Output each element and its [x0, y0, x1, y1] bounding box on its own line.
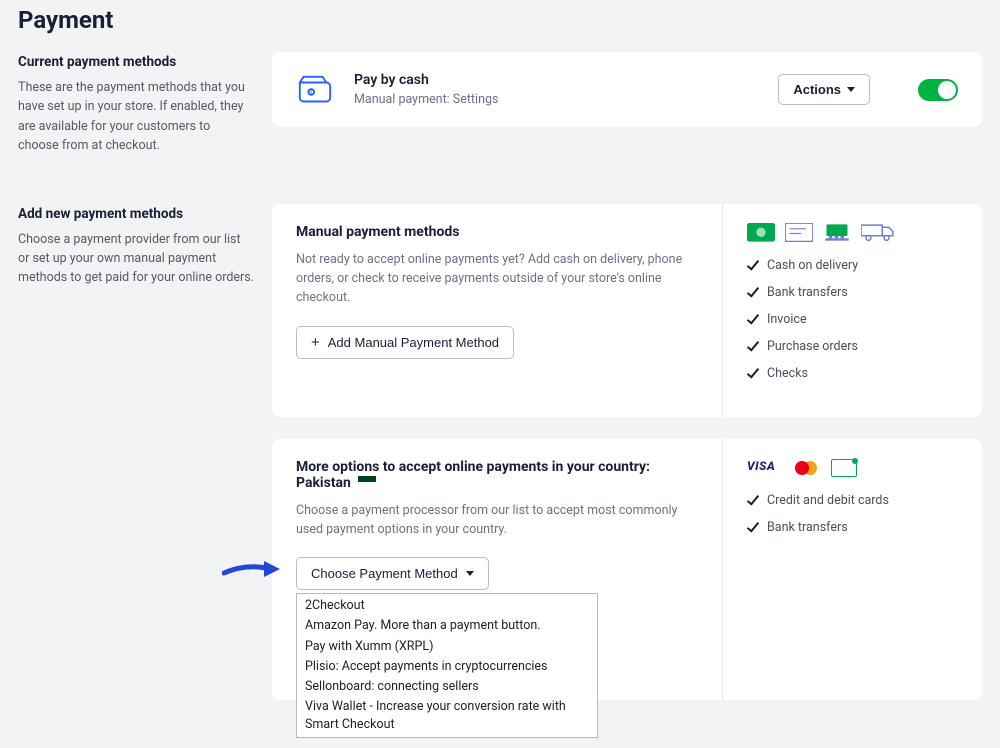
page-title: Payment: [18, 6, 982, 34]
delivery-icon: [861, 224, 895, 242]
list-item: Credit and debit cards: [747, 493, 958, 508]
cash-icon: [747, 224, 775, 242]
choose-payment-label: Choose Payment Method: [311, 566, 458, 581]
check-icon: [747, 338, 759, 351]
wallet-icon: $: [296, 73, 334, 107]
visa-icon: VISA: [747, 459, 783, 477]
add-new-desc: Choose a payment provider from our list …: [18, 230, 254, 288]
dropdown-item[interactable]: Sellonboard: connecting sellers: [297, 677, 597, 697]
list-item: Purchase orders: [747, 339, 958, 354]
manual-payment-card: Manual payment methods Not ready to acce…: [272, 204, 982, 417]
cheque-icon: [785, 224, 813, 242]
list-item: Bank transfers: [747, 285, 958, 300]
check-icon: [747, 492, 759, 505]
flag-icon: [358, 476, 376, 488]
online-feature-list: Credit and debit cards Bank transfers: [747, 493, 958, 535]
current-method-card: $ Pay by cash Manual payment: Settings A…: [272, 52, 982, 127]
actions-button[interactable]: Actions: [778, 74, 870, 105]
list-item: Invoice: [747, 312, 958, 327]
chevron-down-icon: [847, 87, 855, 92]
check-icon: [747, 284, 759, 297]
list-item: Cash on delivery: [747, 258, 958, 273]
manual-icons: [747, 224, 958, 242]
check-icon: [747, 365, 759, 378]
choose-payment-button[interactable]: Choose Payment Method: [296, 557, 489, 590]
manual-feature-list: Cash on delivery Bank transfers Invoice …: [747, 258, 958, 381]
list-item: Bank transfers: [747, 520, 958, 535]
dropdown-item[interactable]: Pay with Xumm (XRPL): [297, 637, 597, 657]
current-methods-side: Current payment methods These are the pa…: [18, 52, 254, 156]
pointer-arrow-icon: [222, 559, 282, 579]
current-methods-heading: Current payment methods: [18, 54, 254, 70]
manual-desc: Not ready to accept online payments yet?…: [296, 250, 696, 308]
dropdown-item[interactable]: 2Checkout: [297, 596, 597, 616]
mastercard-icon: [793, 459, 821, 477]
pay-method-title: Pay by cash: [354, 72, 758, 88]
check-icon: [747, 311, 759, 324]
list-item: Checks: [747, 366, 958, 381]
svg-text:$: $: [308, 88, 312, 97]
online-icons: VISA: [747, 459, 958, 477]
online-title: More options to accept online payments i…: [296, 459, 698, 491]
check-icon: [747, 257, 759, 270]
pay-method-subtitle: Manual payment: Settings: [354, 92, 758, 107]
add-new-side: Add new payment methods Choose a payment…: [18, 204, 254, 288]
payment-dropdown: 2Checkout Amazon Pay. More than a paymen…: [296, 593, 598, 738]
dropdown-item[interactable]: Amazon Pay. More than a payment button.: [297, 616, 597, 636]
add-manual-label: Add Manual Payment Method: [328, 335, 499, 350]
manual-title: Manual payment methods: [296, 224, 698, 240]
enable-toggle[interactable]: [918, 79, 958, 101]
current-methods-desc: These are the payment methods that you h…: [18, 78, 254, 156]
bank-transfer-icon: [823, 224, 851, 242]
check-icon: [747, 519, 759, 532]
actions-label: Actions: [793, 82, 841, 97]
online-desc: Choose a payment processor from our list…: [296, 501, 696, 540]
bank-icon: [831, 459, 857, 477]
online-payment-card: More options to accept online payments i…: [272, 439, 982, 701]
add-manual-button[interactable]: + Add Manual Payment Method: [296, 326, 514, 359]
plus-icon: +: [311, 335, 320, 350]
dropdown-item[interactable]: Plisio: Accept payments in cryptocurrenc…: [297, 657, 597, 677]
chevron-down-icon: [466, 571, 474, 576]
dropdown-item[interactable]: Viva Wallet - Increase your conversion r…: [297, 697, 597, 735]
add-new-heading: Add new payment methods: [18, 206, 254, 222]
